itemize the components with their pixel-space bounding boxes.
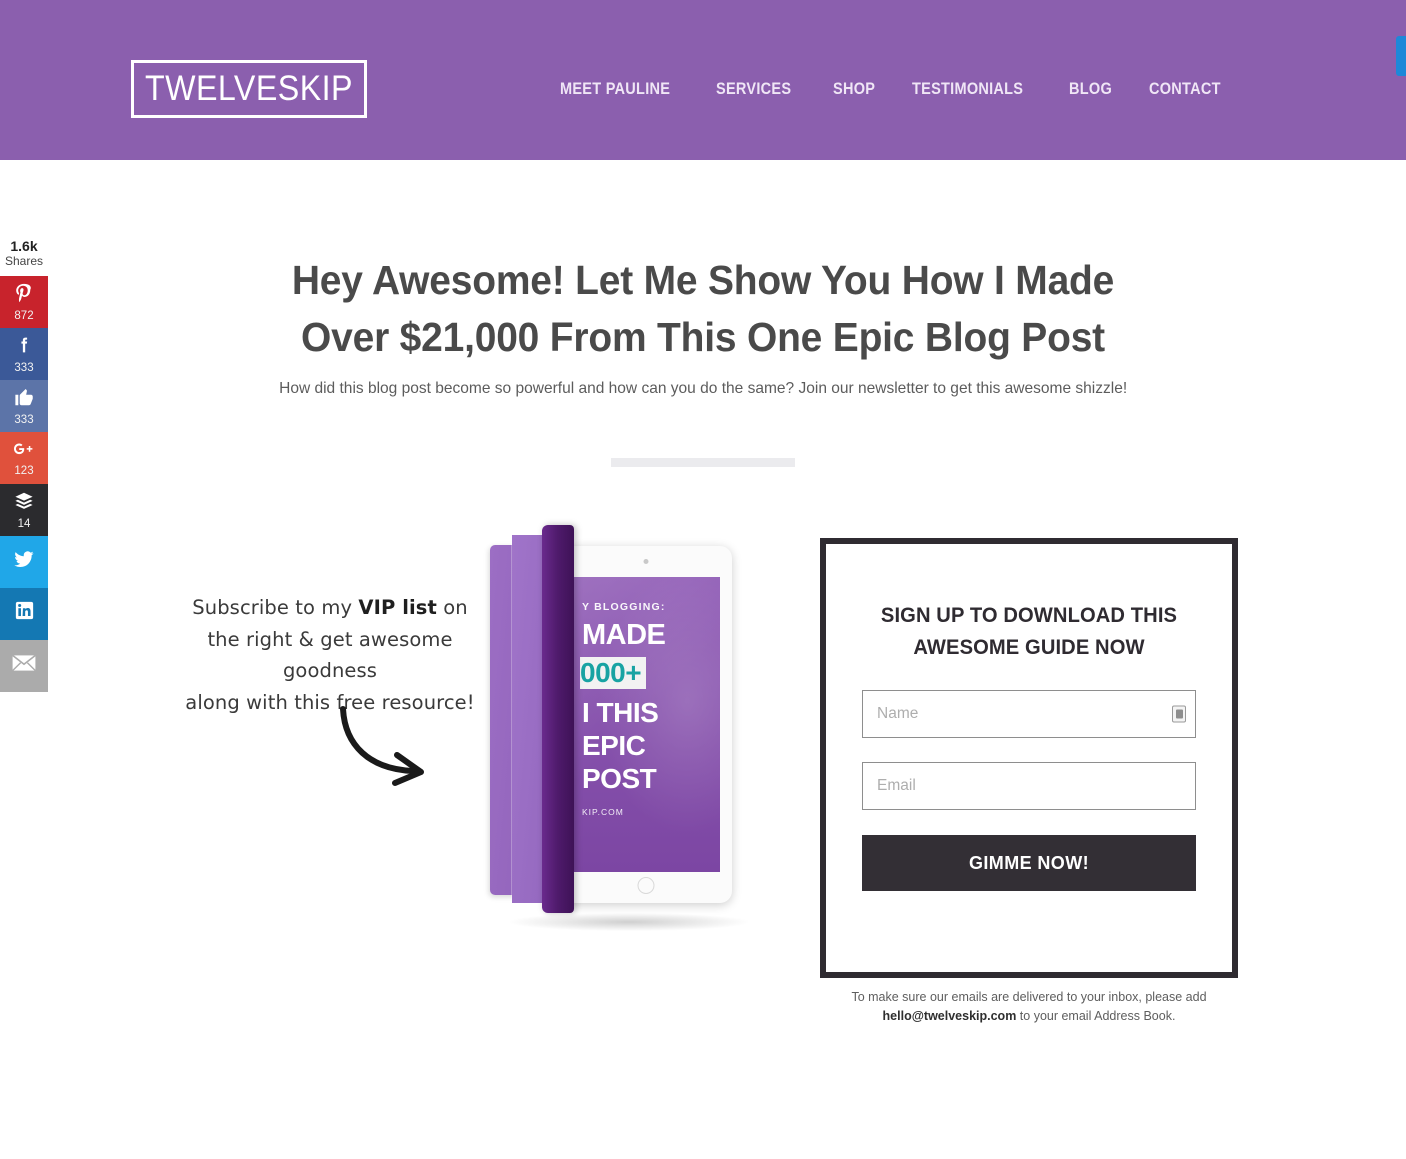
nav-item-meet-pauline[interactable]: MEET PAULINE [560,80,670,99]
share-button-linkedin[interactable] [0,588,48,641]
page-title-line-1: Hey Awesome! Let Me Show You How I Made [291,257,1115,303]
handwritten-note: Subscribe to my VIP list on the right & … [175,592,485,786]
nav-item-shop[interactable]: SHOP [833,80,875,99]
site-header: TWELVESKIP MEET PAULINE SERVICES SHOP TE… [0,0,1406,160]
ebook-line-5: POST [582,763,657,795]
nav-item-testimonials[interactable]: TESTIMONIALS [912,80,1023,99]
signup-form-inner: SIGN UP TO DOWNLOAD THIS AWESOME GUIDE N… [826,544,1232,891]
signup-form-box: SIGN UP TO DOWNLOAD THIS AWESOME GUIDE N… [820,538,1238,978]
edge-tab-handle[interactable] [1396,36,1406,76]
email-input[interactable] [862,762,1196,810]
note-line-1-strong: VIP list [358,596,437,619]
page-subtitle: How did this blog post become so powerfu… [0,380,1406,398]
signup-title-line-2: AWESOME GUIDE NOW [913,635,1145,659]
ebook-line-made: MADE [582,619,666,651]
share-button-google-plus[interactable]: 123 [0,432,48,485]
buffer-icon [13,490,35,516]
ebook-amount: 000+ [580,657,647,690]
signup-form-title: SIGN UP TO DOWNLOAD THIS AWESOME GUIDE N… [862,600,1196,663]
contact-card-autofill-icon[interactable] [1172,705,1186,723]
nav-item-blog[interactable]: BLOG [1069,80,1112,99]
logo-text: TWELVESKIP [144,69,353,108]
landing-page: TWELVESKIP MEET PAULINE SERVICES SHOP TE… [0,0,1406,1159]
share-count-facebook-like: 333 [14,414,34,427]
tablet-camera-icon [643,559,649,564]
envelope-icon [11,653,37,677]
deliverability-note-part-1: To make sure our emails are delivered to… [851,990,1207,1004]
ebook-cover-copy: Y BLOGGING: MADE 000+ I THIS EPIC POST K… [572,601,720,817]
ebook-line-3: I THIS [582,697,659,729]
google-plus-icon [12,439,36,463]
tablet-product-image: Y BLOGGING: MADE 000+ I THIS EPIC POST K… [484,525,774,935]
share-count-google-plus: 123 [14,465,34,478]
site-logo[interactable]: TWELVESKIP [131,60,367,118]
ebook-line-4: EPIC [582,730,646,762]
tablet-screen: Y BLOGGING: MADE 000+ I THIS EPIC POST K… [572,577,720,872]
tablet-device-body: Y BLOGGING: MADE 000+ I THIS EPIC POST K… [560,546,732,903]
curved-arrow-icon [340,706,424,786]
nav-item-services[interactable]: SERVICES [716,80,791,99]
section-divider [611,458,795,467]
tablet-cover-fold [511,535,512,903]
note-line-1-pre: Subscribe to my [192,596,359,619]
tablet-home-button-icon [637,877,655,894]
page-title: Hey Awesome! Let Me Show You How I Made … [0,252,1406,365]
note-line-2: the right & get awesome goodness [207,627,453,683]
ebook-site-url: KIP.COM [582,807,624,818]
name-input[interactable] [862,690,1196,738]
main-navigation: MEET PAULINE SERVICES SHOP TESTIMONIALS … [560,80,1231,99]
linkedin-icon [13,599,36,626]
deliverability-note-part-2: to your email Address Book. [1019,1008,1176,1023]
share-count-buffer: 14 [17,518,31,531]
nav-item-contact[interactable]: CONTACT [1149,80,1221,99]
share-button-twitter[interactable] [0,536,48,589]
tablet-drop-shadow [510,913,748,931]
ebook-kicker: Y BLOGGING: [582,601,666,613]
tablet-cover-spine [542,525,574,913]
share-button-email[interactable] [0,640,48,693]
page-subtitle-text: How did this blog post become so powerfu… [278,380,1128,397]
gimme-now-submit-button[interactable]: GIMME NOW! [862,835,1196,891]
signup-title-line-1: SIGN UP TO DOWNLOAD THIS [880,604,1178,627]
email-field-wrapper [862,762,1196,810]
note-line-1-post: on [436,596,468,619]
deliverability-note: To make sure our emails are delivered to… [820,988,1238,1025]
twitter-icon [12,547,36,575]
name-field-wrapper [862,690,1196,738]
page-title-line-2: Over $21,000 From This One Epic Blog Pos… [301,313,1105,360]
deliverability-note-email: hello@twelveskip.com [882,1008,1017,1023]
share-button-buffer[interactable]: 14 [0,484,48,537]
